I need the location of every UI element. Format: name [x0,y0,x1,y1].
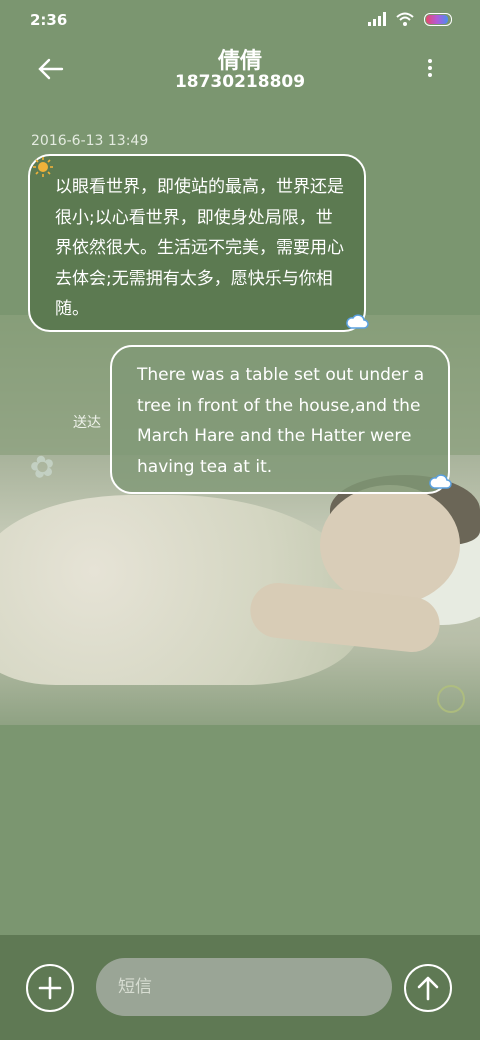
status-time: 2:36 [30,11,68,29]
status-icons [368,12,452,26]
status-bar: 2:36 [0,0,480,40]
incoming-message-text: 以眼看世界，即使站的最高，世界还是很小;以心看世界，即使身处局限，世界依然很大。… [55,177,344,319]
cloud-icon [429,474,452,489]
delivery-status: 送达 [73,415,101,431]
message-timestamp: 2016-6-13 13:49 [31,133,149,149]
send-button[interactable] [404,964,452,1012]
sun-icon [33,157,53,177]
signal-icon [368,12,386,26]
contact-phone: 18730218809 [174,72,306,92]
wifi-icon [396,12,414,26]
incoming-message-bubble[interactable]: 以眼看世界，即使站的最高，世界还是很小;以心看世界，即使身处局限，世界依然很大。… [28,154,366,332]
battery-icon [424,12,452,26]
cloud-icon [346,314,369,329]
outgoing-message-text: There was a table set out under a tree i… [137,365,425,477]
plus-icon [38,976,62,1000]
contact-name: 倩倩 [217,49,262,74]
outgoing-message-bubble[interactable]: There was a table set out under a tree i… [110,345,450,494]
smiley-sticker [437,685,465,713]
message-input[interactable] [96,958,392,1016]
add-attachment-button[interactable] [26,964,74,1012]
more-options-icon[interactable] [418,56,442,84]
arrow-up-icon [417,976,439,1001]
